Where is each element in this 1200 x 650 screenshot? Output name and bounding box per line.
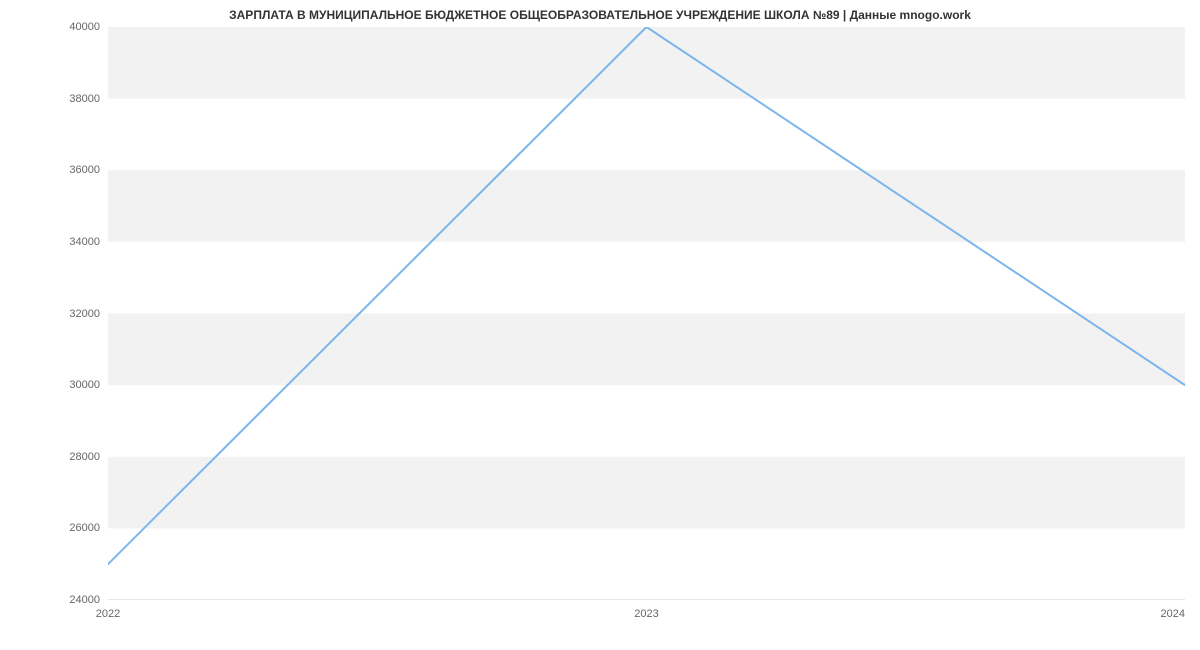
y-tick-label: 40000 <box>10 21 100 33</box>
y-tick-label: 36000 <box>10 164 100 176</box>
y-tick-label: 26000 <box>10 522 100 534</box>
grid-band <box>108 457 1185 529</box>
grid-band <box>108 314 1185 386</box>
y-tick-label: 38000 <box>10 93 100 105</box>
chart-svg <box>108 27 1185 600</box>
x-tick-label: 2022 <box>96 608 120 620</box>
y-tick-label: 28000 <box>10 451 100 463</box>
y-tick-label: 30000 <box>10 379 100 391</box>
y-tick-label: 32000 <box>10 308 100 320</box>
x-tick-label: 2024 <box>1161 608 1185 620</box>
y-tick-label: 34000 <box>10 236 100 248</box>
salary-line-chart: ЗАРПЛАТА В МУНИЦИПАЛЬНОЕ БЮДЖЕТНОЕ ОБЩЕО… <box>0 0 1200 650</box>
grid-band <box>108 27 1185 99</box>
plot-area <box>108 27 1185 600</box>
x-tick-label: 2023 <box>634 608 658 620</box>
grid-band <box>108 170 1185 242</box>
y-tick-label: 24000 <box>10 594 100 606</box>
chart-title: ЗАРПЛАТА В МУНИЦИПАЛЬНОЕ БЮДЖЕТНОЕ ОБЩЕО… <box>229 8 971 22</box>
